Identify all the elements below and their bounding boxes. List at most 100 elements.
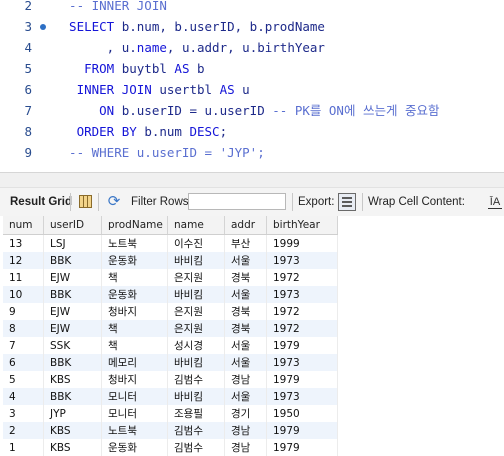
cell-birthyear[interactable]: 1972 [266, 269, 338, 286]
cell-name[interactable]: 은지원 [167, 269, 225, 286]
table-row[interactable]: 2 KBS 노트북 김범수 경남 1979 [3, 422, 338, 439]
cell-addr[interactable]: 경남 [224, 371, 267, 388]
cell-addr[interactable]: 경남 [224, 422, 267, 439]
cell-name[interactable]: 은지원 [167, 320, 225, 337]
cell-name[interactable]: 은지원 [167, 303, 225, 320]
cell-name[interactable]: 조용필 [167, 405, 225, 422]
cell-num[interactable]: 8 [3, 320, 44, 337]
cell-userid[interactable]: SSK [43, 337, 102, 354]
cell-num[interactable]: 13 [3, 234, 44, 252]
table-row[interactable]: 3 JYP 모니터 조용필 경기 1950 [3, 405, 338, 422]
code-line[interactable]: 4 , u.name, u.addr, u.birthYear [0, 37, 504, 58]
cell-addr[interactable]: 서울 [224, 388, 267, 405]
cell-userid[interactable]: KBS [43, 371, 102, 388]
table-row[interactable]: 9 EJW 청바지 은지원 경북 1972 [3, 303, 338, 320]
export-icon[interactable] [338, 193, 356, 211]
cell-userid[interactable]: JYP [43, 405, 102, 422]
cell-birthyear[interactable]: 1973 [266, 354, 338, 371]
cell-name[interactable]: 바비킴 [167, 286, 225, 303]
cell-prodname[interactable]: 모니터 [101, 405, 168, 422]
cell-num[interactable]: 6 [3, 354, 44, 371]
code-line[interactable]: 6 INNER JOIN usertbl AS u [0, 79, 504, 100]
cell-prodname[interactable]: 책 [101, 337, 168, 354]
column-header-num[interactable]: num [3, 216, 44, 235]
cell-prodname[interactable]: 운동화 [101, 439, 168, 456]
cell-userid[interactable]: BBK [43, 354, 102, 371]
column-header-prodname[interactable]: prodName [101, 216, 168, 235]
table-row[interactable]: 12 BBK 운동화 바비킴 서울 1973 [3, 252, 338, 269]
table-row[interactable]: 4 BBK 모니터 바비킴 서울 1973 [3, 388, 338, 405]
column-header-addr[interactable]: addr [224, 216, 267, 235]
cell-num[interactable]: 10 [3, 286, 44, 303]
grid-icon[interactable] [79, 195, 92, 208]
cell-addr[interactable]: 서울 [224, 354, 267, 371]
cell-addr[interactable]: 경북 [224, 269, 267, 286]
cell-userid[interactable]: EJW [43, 320, 102, 337]
code-line[interactable]: 5 FROM buytbl AS b [0, 58, 504, 79]
cell-num[interactable]: 5 [3, 371, 44, 388]
cell-addr[interactable]: 서울 [224, 286, 267, 303]
result-grid-tab[interactable]: Result Grid [10, 188, 72, 216]
code-line[interactable]: 8 ORDER BY b.num DESC; [0, 121, 504, 142]
cell-prodname[interactable]: 청바지 [101, 371, 168, 388]
cell-addr[interactable]: 부산 [224, 234, 267, 252]
cell-birthyear[interactable]: 1972 [266, 303, 338, 320]
cell-addr[interactable]: 경북 [224, 303, 267, 320]
panel-splitter[interactable] [0, 172, 504, 188]
cell-num[interactable]: 2 [3, 422, 44, 439]
cell-addr[interactable]: 경북 [224, 320, 267, 337]
table-row[interactable]: 5 KBS 청바지 김범수 경남 1979 [3, 371, 338, 388]
cell-userid[interactable]: BBK [43, 286, 102, 303]
code-line[interactable]: 7 ON b.userID = u.userID -- PK를 ON에 쓰는게 … [0, 100, 504, 121]
cell-birthyear[interactable]: 1999 [266, 234, 338, 252]
cell-birthyear[interactable]: 1979 [266, 422, 338, 439]
cell-userid[interactable]: BBK [43, 252, 102, 269]
cell-name[interactable]: 바비킴 [167, 388, 225, 405]
sql-editor[interactable]: 2 -- INNER JOIN 3 SELECT b.num, b.userID,… [0, 0, 504, 172]
cell-birthyear[interactable]: 1979 [266, 371, 338, 388]
column-header-name[interactable]: name [167, 216, 225, 235]
cell-num[interactable]: 4 [3, 388, 44, 405]
column-header-birthyear[interactable]: birthYear [266, 216, 338, 235]
cell-num[interactable]: 11 [3, 269, 44, 286]
cell-prodname[interactable]: 메모리 [101, 354, 168, 371]
cell-name[interactable]: 이수진 [167, 234, 225, 252]
table-row[interactable]: 1 KBS 운동화 김범수 경남 1979 [3, 439, 338, 456]
cell-num[interactable]: 7 [3, 337, 44, 354]
cell-userid[interactable]: BBK [43, 388, 102, 405]
cell-name[interactable]: 김범수 [167, 439, 225, 456]
cell-prodname[interactable]: 책 [101, 269, 168, 286]
cell-userid[interactable]: EJW [43, 303, 102, 320]
cell-name[interactable]: 김범수 [167, 422, 225, 439]
table-row[interactable]: 7 SSK 책 성시경 서울 1979 [3, 337, 338, 354]
cell-name[interactable]: 바비킴 [167, 252, 225, 269]
table-row[interactable]: 8 EJW 책 은지원 경북 1972 [3, 320, 338, 337]
cell-prodname[interactable]: 노트북 [101, 234, 168, 252]
cell-num[interactable]: 9 [3, 303, 44, 320]
refresh-icon[interactable]: ⟳ [106, 193, 122, 211]
cell-addr[interactable]: 경남 [224, 439, 267, 456]
cell-name[interactable]: 성시경 [167, 337, 225, 354]
cell-userid[interactable]: KBS [43, 439, 102, 456]
cell-num[interactable]: 12 [3, 252, 44, 269]
cell-userid[interactable]: EJW [43, 269, 102, 286]
table-row[interactable]: 10 BBK 운동화 바비킴 서울 1973 [3, 286, 338, 303]
code-line[interactable]: 2 -- INNER JOIN [0, 0, 504, 16]
cell-birthyear[interactable]: 1973 [266, 388, 338, 405]
column-header-userid[interactable]: userID [43, 216, 102, 235]
cell-prodname[interactable]: 운동화 [101, 286, 168, 303]
code-line[interactable]: 9 -- WHERE u.userID = 'JYP'; [0, 142, 504, 163]
cell-birthyear[interactable]: 1950 [266, 405, 338, 422]
cell-prodname[interactable]: 모니터 [101, 388, 168, 405]
table-row[interactable]: 13 LSJ 노트북 이수진 부산 1999 [3, 234, 338, 252]
cell-name[interactable]: 바비킴 [167, 354, 225, 371]
filter-rows-input[interactable] [188, 193, 286, 210]
cell-birthyear[interactable]: 1979 [266, 337, 338, 354]
cell-prodname[interactable]: 책 [101, 320, 168, 337]
cell-prodname[interactable]: 청바지 [101, 303, 168, 320]
cell-userid[interactable]: KBS [43, 422, 102, 439]
cell-birthyear[interactable]: 1979 [266, 439, 338, 456]
table-row[interactable]: 11 EJW 책 은지원 경북 1972 [3, 269, 338, 286]
cell-birthyear[interactable]: 1972 [266, 320, 338, 337]
cell-birthyear[interactable]: 1973 [266, 286, 338, 303]
